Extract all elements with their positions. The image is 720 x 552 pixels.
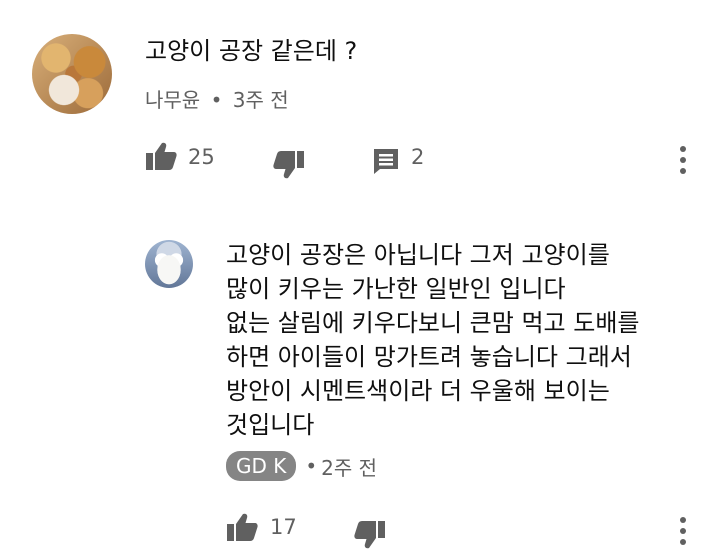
- thumb-up-icon: [227, 513, 258, 541]
- thumb-down-icon: [273, 151, 304, 179]
- more-options-button[interactable]: [678, 145, 688, 175]
- reply-text-line: 하면 아이들이 망가트려 놓습니다 그래서: [226, 343, 632, 371]
- replier-avatar[interactable]: [145, 240, 193, 288]
- comment-meta: 나무윤 • 3주 전: [145, 84, 289, 113]
- reply-dislike-button[interactable]: [354, 520, 386, 550]
- reply-text-line: 없는 살림에 키우다보니 큰맘 먹고 도배를: [226, 309, 640, 337]
- reply-count: 2: [411, 145, 425, 169]
- reply-text-line: 많이 키우는 가난한 일반인 입니다: [226, 275, 566, 303]
- thumb-up-icon: [146, 142, 177, 170]
- meta-separator: •: [305, 454, 318, 478]
- more-vert-icon: [680, 146, 686, 174]
- more-vert-icon: [680, 517, 686, 545]
- reply-author-chip[interactable]: GD K: [226, 451, 297, 481]
- reply-text-line: 고양이 공장은 아닙니다 그저 고양이를: [226, 241, 610, 269]
- reply-text-line: 방안이 시멘트색이라 더 우울해 보이는: [226, 377, 610, 405]
- like-button[interactable]: [145, 141, 177, 171]
- dislike-button[interactable]: [273, 150, 305, 180]
- comment-author[interactable]: 나무윤: [145, 88, 200, 112]
- thumb-down-icon: [354, 521, 385, 549]
- reply-text: 고양이 공장은 아닙니다 그저 고양이를 많이 키우는 가난한 일반인 입니다 …: [226, 238, 640, 442]
- reply-time: 2주 전: [321, 455, 378, 480]
- reply-more-options-button[interactable]: [678, 516, 688, 546]
- reply-meta: GD K • 2주 전: [226, 451, 377, 481]
- meta-separator: •: [210, 88, 223, 112]
- reply-text-line: 것입니다: [226, 411, 315, 439]
- reply-like-button[interactable]: [226, 512, 258, 542]
- comment-time: 3주 전: [232, 88, 289, 112]
- commenter-avatar[interactable]: [32, 34, 112, 114]
- like-count: 25: [188, 145, 215, 169]
- reply-like-count: 17: [270, 515, 297, 539]
- reply-button[interactable]: [372, 147, 400, 175]
- comment-text: 고양이 공장 같은데 ?: [145, 37, 358, 65]
- comment-icon: [374, 149, 398, 174]
